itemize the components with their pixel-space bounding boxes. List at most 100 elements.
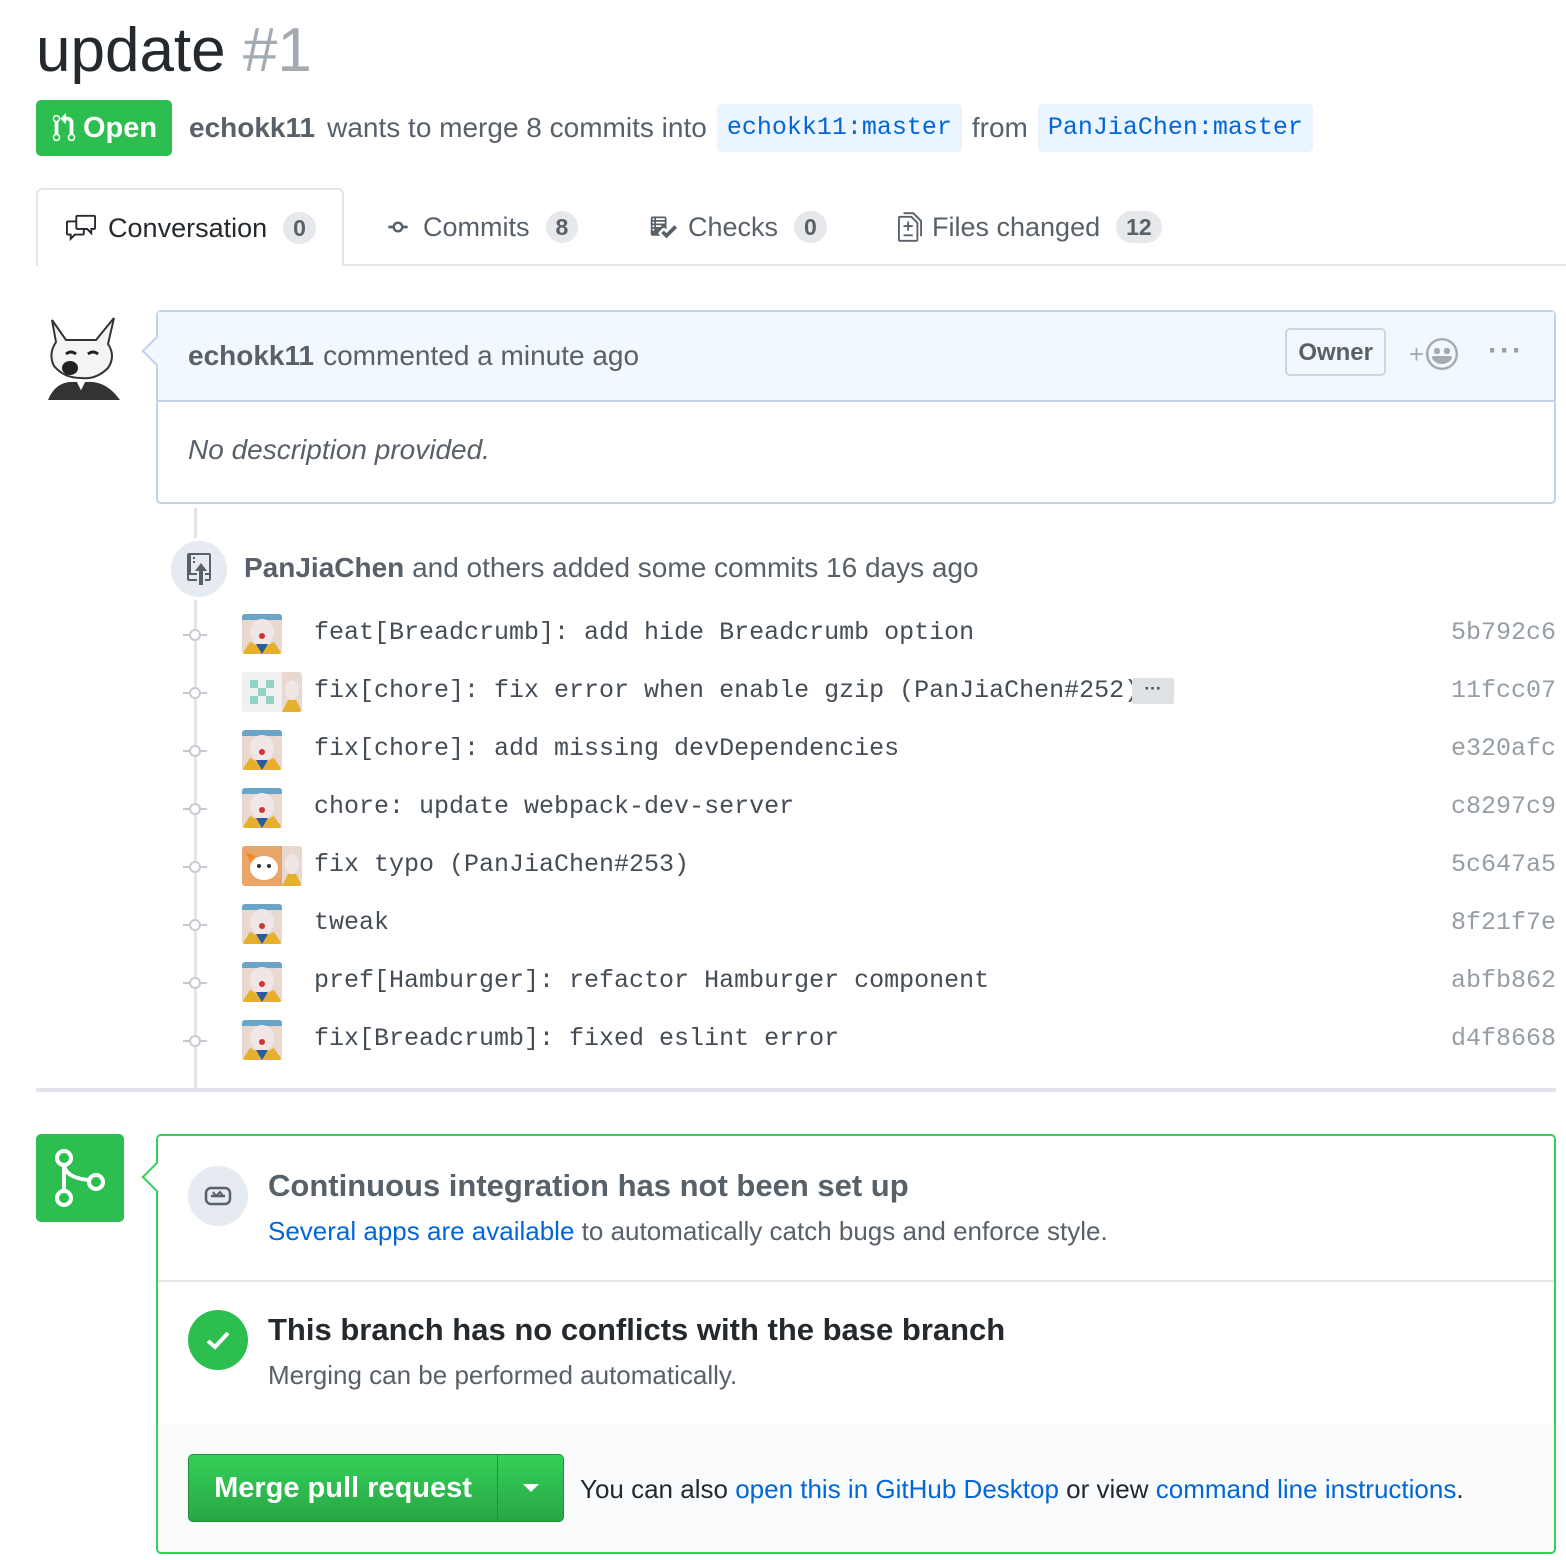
pr-title-text: update <box>36 16 226 85</box>
merge-button-group: Merge pull request <box>188 1454 564 1522</box>
open-github-desktop-link[interactable]: open this in GitHub Desktop <box>735 1474 1059 1504</box>
tab-conversation-count: 0 <box>283 212 316 244</box>
commit-sha[interactable]: 5c647a5 <box>1451 850 1556 879</box>
reaction-plus: + <box>1408 338 1424 369</box>
triangle-down-icon <box>522 1484 539 1492</box>
commit-row: feat[Breadcrumb]: add hide Breadcrumb op… <box>180 610 1556 660</box>
commit-sha[interactable]: 5b792c6 <box>1451 618 1556 647</box>
tab-checks[interactable]: Checks 0 <box>648 188 827 266</box>
commit-sha[interactable]: 11fcc07 <box>1451 676 1556 705</box>
alt-pre: You can also <box>580 1474 728 1504</box>
alt-mid: or view <box>1066 1474 1149 1504</box>
commit-dot-icon <box>183 1035 207 1047</box>
commit-sha[interactable]: d4f8668 <box>1451 1024 1556 1053</box>
file-diff-icon <box>898 212 922 242</box>
dashboard-icon <box>204 1186 232 1206</box>
commit-sha[interactable]: 8f21f7e <box>1451 908 1556 937</box>
ci-apps-link[interactable]: Several apps are available <box>268 1216 574 1246</box>
merge-method-dropdown[interactable] <box>498 1455 563 1521</box>
commits-added-desc: and others added some commits 16 days ag… <box>412 552 979 583</box>
ci-title: Continuous integration has not been set … <box>268 1168 909 1203</box>
git-merge-icon <box>55 1149 105 1207</box>
commit-message[interactable]: fix[chore]: fix error when enable gzip (… <box>314 676 1139 705</box>
base-branch[interactable]: echokk11:master <box>716 104 962 152</box>
commit-sha[interactable]: e320afc <box>1451 734 1556 763</box>
conflict-subtitle: Merging can be performed automatically. <box>268 1360 738 1390</box>
expand-commit-button[interactable]: ··· <box>1132 678 1174 704</box>
commit-avatar[interactable] <box>242 904 282 944</box>
ci-subtitle: Several apps are available to automatica… <box>268 1216 1108 1247</box>
commit-dot-icon <box>183 919 207 931</box>
commit-sha[interactable]: abfb862 <box>1451 966 1556 995</box>
commit-message[interactable]: feat[Breadcrumb]: add hide Breadcrumb op… <box>314 618 974 647</box>
merge-pull-request-button[interactable]: Merge pull request <box>189 1455 498 1521</box>
git-commit-icon <box>388 221 408 233</box>
head-branch[interactable]: PanJiaChen:master <box>1037 104 1313 152</box>
state-label: Open <box>82 111 158 144</box>
commit-row: fix[chore]: add missing devDependencies … <box>180 726 1556 776</box>
ci-badge <box>188 1166 248 1226</box>
merge-badge <box>36 1134 124 1222</box>
repo-push-icon <box>187 553 211 585</box>
ci-status-row: Continuous integration has not been set … <box>158 1136 1554 1282</box>
merge-box: Continuous integration has not been set … <box>156 1134 1556 1554</box>
comment-body: No description provided. <box>188 434 490 465</box>
avatar[interactable] <box>36 310 126 400</box>
pr-meta: echokk11 wants to merge 8 commits into e… <box>189 104 1321 152</box>
comment-box: echokk11 commented a minute ago Owner + … <box>156 310 1556 504</box>
owner-badge: Owner <box>1285 328 1386 376</box>
commit-message[interactable]: fix[Breadcrumb]: fixed eslint error <box>314 1024 839 1053</box>
commit-row: fix[Breadcrumb]: fixed eslint error d4f8… <box>180 1016 1556 1066</box>
commit-dot-icon <box>183 745 207 757</box>
commit-avatar[interactable] <box>242 788 282 828</box>
commit-dot-icon <box>183 977 207 989</box>
merge-action-row: Merge pull request You can also open thi… <box>158 1424 1554 1552</box>
smiley-icon <box>1426 338 1458 370</box>
repo-push-badge <box>168 538 230 600</box>
checklist-icon <box>650 216 677 239</box>
ci-subtitle-rest: to automatically catch bugs and enforce … <box>581 1216 1108 1246</box>
commit-row: chore: update webpack-dev-server c8297c9 <box>180 784 1556 834</box>
commit-message[interactable]: pref[Hamburger]: refactor Hamburger comp… <box>314 966 989 995</box>
commit-message[interactable]: fix typo (PanJiaChen#253) <box>314 850 689 879</box>
tab-files-changed-label: Files changed <box>932 211 1101 242</box>
commit-dot-icon <box>183 687 207 699</box>
commit-row: tweak 8f21f7e <box>180 900 1556 950</box>
commit-avatar[interactable] <box>242 614 282 654</box>
commit-dot-icon <box>183 803 207 815</box>
pr-title: update #1 <box>36 12 312 90</box>
tab-conversation-label: Conversation <box>108 212 268 243</box>
commit-row: pref[Hamburger]: refactor Hamburger comp… <box>180 958 1556 1008</box>
commit-message[interactable]: fix[chore]: add missing devDependencies <box>314 734 899 763</box>
commit-avatar[interactable] <box>242 962 282 1002</box>
ok-badge <box>188 1310 248 1370</box>
add-reaction-button[interactable]: + <box>1409 338 1458 370</box>
tab-conversation[interactable]: Conversation 0 <box>36 188 344 266</box>
comment-author[interactable]: echokk11 <box>188 340 314 372</box>
merge-alternatives: You can also open this in GitHub Desktop… <box>580 1474 1464 1505</box>
commit-message[interactable]: tweak <box>314 908 389 937</box>
more-options-icon[interactable]: ··· <box>1488 334 1524 368</box>
check-icon <box>206 1331 230 1350</box>
command-line-instructions-link[interactable]: command line instructions <box>1156 1474 1457 1504</box>
commit-avatar[interactable] <box>242 1020 282 1060</box>
tab-files-changed[interactable]: Files changed 12 <box>898 188 1162 266</box>
from-word: from <box>971 112 1028 143</box>
commit-avatar-pair[interactable] <box>242 672 302 712</box>
commit-avatar[interactable] <box>242 730 282 770</box>
pr-author-link[interactable]: echokk11 <box>189 112 315 144</box>
commit-sha[interactable]: c8297c9 <box>1451 792 1556 821</box>
commit-avatar-pair[interactable] <box>242 846 302 886</box>
commits-added-text: PanJiaChen and others added some commits… <box>244 552 979 584</box>
conflict-status-row: This branch has no conflicts with the ba… <box>158 1280 1554 1426</box>
tab-files-changed-count: 12 <box>1116 211 1162 243</box>
commit-row: fix[chore]: fix error when enable gzip (… <box>180 668 1556 718</box>
commits-author[interactable]: PanJiaChen <box>244 552 404 583</box>
tab-checks-count: 0 <box>794 211 827 243</box>
commit-message[interactable]: chore: update webpack-dev-server <box>314 792 794 821</box>
commit-row: fix typo (PanJiaChen#253) 5c647a5 <box>180 842 1556 892</box>
tab-commits[interactable]: Commits 8 <box>383 188 579 266</box>
commit-dot-icon <box>183 861 207 873</box>
pull-request-icon <box>52 113 76 142</box>
tab-commits-label: Commits <box>423 211 530 242</box>
